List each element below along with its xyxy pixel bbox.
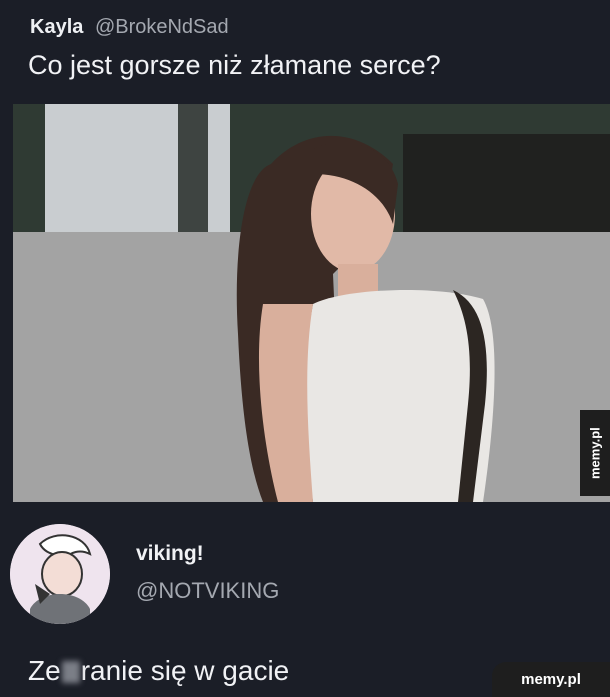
avatar-icon [10, 524, 110, 624]
reply-author-handle[interactable]: @NOTVIKING [136, 578, 279, 604]
tweet-photo[interactable]: memy.pl [13, 104, 610, 502]
reply-author-name[interactable]: viking! [136, 542, 204, 566]
avatar[interactable] [10, 524, 110, 624]
reply-text: Ze ranie się w gacie [28, 655, 289, 687]
watermark-side: memy.pl [580, 410, 610, 496]
reply-text-start: Ze [28, 655, 61, 686]
censor-blur [61, 661, 80, 683]
tweet-text: Co jest gorsze niż złamane serce? [28, 50, 441, 80]
tweet-author-name[interactable]: Kayla [30, 16, 83, 38]
reply-text-end: ranie się w gacie [80, 655, 290, 686]
tweet-header: Kayla @BrokeNdSad [30, 16, 229, 39]
tweet-author-handle[interactable]: @BrokeNdSad [95, 16, 229, 38]
watermark-corner: memy.pl [492, 662, 610, 697]
photo-person [236, 135, 495, 502]
